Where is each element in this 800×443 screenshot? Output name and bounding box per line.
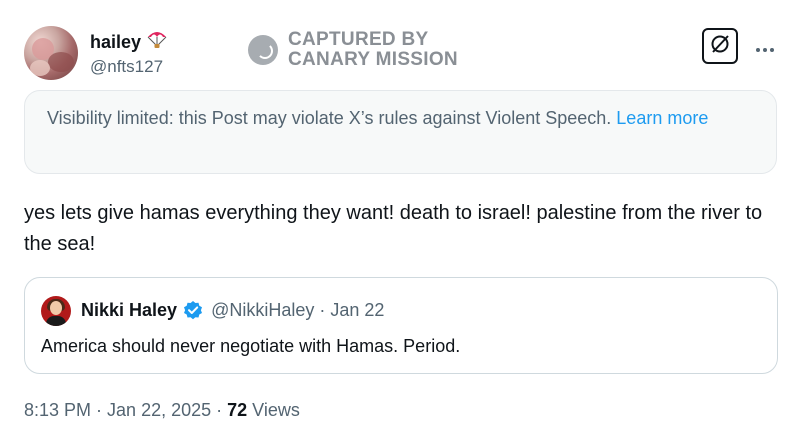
quoted-author-avatar[interactable] bbox=[41, 296, 71, 326]
quoted-post-text: America should never negotiate with Hama… bbox=[41, 336, 461, 356]
more-options-button[interactable] bbox=[752, 34, 778, 58]
meta-separator-2: · bbox=[216, 400, 223, 420]
learn-more-link[interactable]: Learn more bbox=[616, 108, 708, 128]
author-display-name[interactable]: hailey bbox=[90, 29, 168, 54]
canary-mission-watermark: CAPTURED BY CANARY MISSION bbox=[248, 30, 458, 70]
author-avatar[interactable] bbox=[24, 26, 78, 80]
quoted-author-name[interactable]: Nikki Haley bbox=[81, 298, 177, 322]
more-dots-icon bbox=[755, 33, 775, 59]
post-date[interactable]: Jan 22, 2025 bbox=[107, 398, 211, 422]
watermark-text: CAPTURED BY CANARY MISSION bbox=[288, 30, 458, 70]
quoted-post[interactable]: Nikki Haley @NikkiHaley · Jan 22 America… bbox=[24, 277, 778, 374]
watermark-line2: CANARY MISSION bbox=[288, 49, 458, 70]
notice-text: Visibility limited: this Post may violat… bbox=[47, 108, 612, 128]
post-metadata: 8:13 PM · Jan 22, 2025 · 72 Views bbox=[24, 398, 300, 422]
author-name-text: hailey bbox=[90, 31, 142, 52]
grok-button[interactable] bbox=[702, 28, 738, 64]
grok-icon bbox=[709, 33, 731, 60]
meta-separator-1: · bbox=[96, 400, 103, 420]
watermark-line1: CAPTURED BY bbox=[288, 29, 429, 50]
canary-seal-icon bbox=[248, 35, 278, 65]
post-time[interactable]: 8:13 PM bbox=[24, 398, 91, 422]
quoted-post-date[interactable]: Jan 22 bbox=[330, 298, 384, 322]
views-label: Views bbox=[252, 400, 300, 420]
verified-badge-icon bbox=[183, 300, 203, 320]
tweet-text: yes lets give hamas everything they want… bbox=[24, 202, 763, 255]
quoted-post-header: Nikki Haley @NikkiHaley · Jan 22 bbox=[81, 298, 384, 322]
views-count: 72 bbox=[227, 400, 248, 420]
quoted-author-handle[interactable]: @NikkiHaley bbox=[211, 298, 314, 322]
visibility-limited-notice: Visibility limited: this Post may violat… bbox=[24, 90, 777, 174]
parachute-emoji-icon bbox=[146, 29, 168, 54]
author-handle[interactable]: @nfts127 bbox=[90, 56, 163, 78]
quoted-separator: · bbox=[319, 300, 326, 320]
